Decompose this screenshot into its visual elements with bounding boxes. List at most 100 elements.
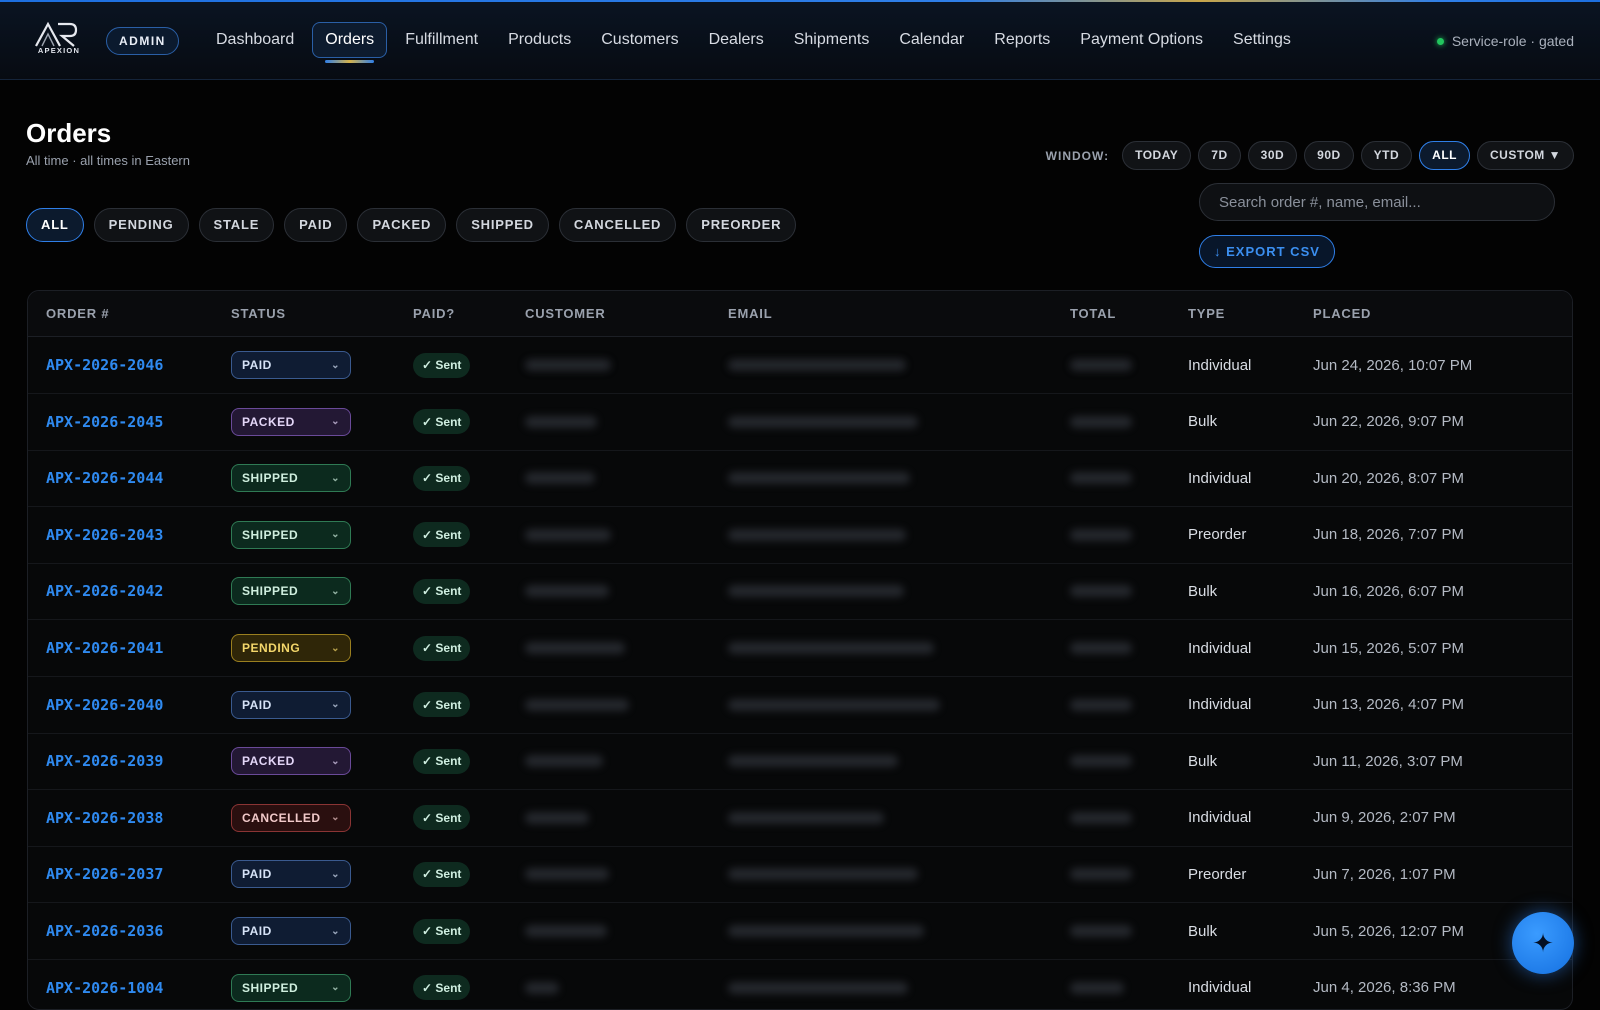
paid-sent-badge: ✓ Sent xyxy=(413,522,471,548)
service-status: Service-role · gated xyxy=(1436,33,1574,49)
status-select[interactable]: PACKED ⌄ xyxy=(231,407,351,436)
column-header[interactable]: EMAIL xyxy=(728,306,772,321)
customer-redacted xyxy=(525,981,559,994)
status-select[interactable]: SHIPPED ⌄ xyxy=(231,520,351,549)
order-number-link[interactable]: APX-2026-2045 xyxy=(46,413,163,431)
nav-item-products[interactable]: Products xyxy=(496,22,583,58)
filter-chip-stale[interactable]: STALE xyxy=(198,208,275,242)
order-cell: APX-2026-2041 xyxy=(46,620,163,676)
status-cell: PAID ⌄ xyxy=(231,337,351,393)
filter-chip-packed[interactable]: PACKED xyxy=(357,208,447,242)
filter-chip-all[interactable]: ALL xyxy=(26,208,84,242)
status-select[interactable]: SHIPPED ⌄ xyxy=(231,973,351,1002)
chevron-down-icon: ⌄ xyxy=(331,982,340,994)
filter-chip-cancelled[interactable]: CANCELLED xyxy=(558,208,677,242)
chevron-down-icon: ⌄ xyxy=(331,585,340,597)
nav-item-shipments[interactable]: Shipments xyxy=(782,22,882,58)
table-row[interactable]: APX-2026-2041 PENDING ⌄ ✓ Sent Individual Jun… xyxy=(28,620,1572,677)
order-number-link[interactable]: APX-2026-2040 xyxy=(46,696,163,714)
nav-item-calendar[interactable]: Calendar xyxy=(887,22,976,58)
nav-item-dealers[interactable]: Dealers xyxy=(697,22,776,58)
active-nav-indicator xyxy=(325,60,375,63)
export-csv-button[interactable]: ↓ EXPORT CSV xyxy=(1199,235,1335,268)
order-number-link[interactable]: APX-2026-2046 xyxy=(46,356,163,374)
column-header[interactable]: CUSTOMER xyxy=(525,306,606,321)
table-row[interactable]: APX-2026-2046 PAID ⌄ ✓ Sent Individual Jun 24… xyxy=(28,337,1572,394)
email-redacted-cell xyxy=(728,620,934,676)
status-select[interactable]: PENDING ⌄ xyxy=(231,634,351,662)
window-option-90d[interactable]: 90D xyxy=(1304,141,1354,170)
filter-chip-shipped[interactable]: SHIPPED xyxy=(456,208,549,242)
order-number-link[interactable]: APX-2026-2041 xyxy=(46,639,163,657)
column-header[interactable]: PLACED xyxy=(1313,306,1371,321)
order-number-link[interactable]: APX-2026-2038 xyxy=(46,809,163,827)
nav-item-label: Orders xyxy=(325,31,375,48)
table-header: ORDER # STATUS PAID? CUSTOMER EMAIL TOTAL TYPE… xyxy=(28,291,1572,337)
status-select[interactable]: CANCELLED ⌄ xyxy=(231,803,351,832)
status-select[interactable]: PAID ⌄ xyxy=(231,917,351,945)
chevron-down-icon: ⌄ xyxy=(331,925,340,937)
table-row[interactable]: APX-2026-2045 PACKED ⌄ ✓ Sent Bulk Jun 22, 20… xyxy=(28,394,1572,451)
table-row[interactable]: APX-2026-2038 CANCELLED ⌄ ✓ Sent Individual J… xyxy=(28,790,1572,847)
order-number-link[interactable]: APX-2026-2044 xyxy=(46,469,163,487)
status-select[interactable]: SHIPPED ⌄ xyxy=(231,577,351,606)
order-number-link[interactable]: APX-2026-1004 xyxy=(46,979,163,997)
nav-item-settings[interactable]: Settings xyxy=(1221,22,1303,58)
order-number-link[interactable]: APX-2026-2043 xyxy=(46,526,163,544)
order-type: Bulk xyxy=(1188,413,1218,431)
table-row[interactable]: APX-2026-2040 PAID ⌄ ✓ Sent Individual Jun 13… xyxy=(28,677,1572,734)
window-option-ytd[interactable]: YTD xyxy=(1360,141,1413,170)
window-option-all[interactable]: ALL xyxy=(1419,141,1470,170)
column-header[interactable]: TYPE xyxy=(1188,306,1225,321)
nav-item-payment-options[interactable]: Payment Options xyxy=(1068,22,1215,58)
status-select[interactable]: PACKED ⌄ xyxy=(231,747,351,776)
order-number-link[interactable]: APX-2026-2039 xyxy=(46,752,163,770)
total-redacted-cell xyxy=(1070,337,1132,393)
nav-item-label: Customers xyxy=(601,31,679,48)
order-number-link[interactable]: APX-2026-2036 xyxy=(46,922,163,940)
window-option-30d[interactable]: 30D xyxy=(1247,141,1298,170)
filter-chip-preorder[interactable]: PREORDER xyxy=(686,208,797,242)
column-header[interactable]: ORDER # xyxy=(46,306,109,321)
window-option-custom[interactable]: CUSTOM ▼ xyxy=(1477,141,1574,170)
nav-item-orders[interactable]: Orders xyxy=(312,22,388,63)
nav-item-label: Payment Options xyxy=(1080,31,1204,48)
nav-item-customers[interactable]: Customers xyxy=(589,22,690,58)
status-select[interactable]: PAID ⌄ xyxy=(231,351,351,379)
assistant-fab-button[interactable]: ✦ xyxy=(1512,912,1574,974)
order-number-link[interactable]: APX-2026-2042 xyxy=(46,582,163,600)
customer-redacted xyxy=(525,811,589,824)
column-header[interactable]: STATUS xyxy=(231,306,286,321)
placed-cell: Jun 5, 2026, 12:07 PM xyxy=(1313,903,1464,959)
column-header[interactable]: PAID? xyxy=(413,306,455,321)
table-row[interactable]: APX-2026-2043 SHIPPED ⌄ ✓ Sent Preorder Jun 1… xyxy=(28,507,1572,564)
status-select-value: PACKED xyxy=(242,754,295,769)
window-option-7d[interactable]: 7D xyxy=(1198,141,1241,170)
nav-item-dashboard[interactable]: Dashboard xyxy=(204,22,306,58)
placed-date: Jun 4, 2026, 8:36 PM xyxy=(1313,979,1456,997)
table-row[interactable]: APX-2026-2037 PAID ⌄ ✓ Sent Preorder Jun 7, 2… xyxy=(28,846,1572,904)
status-select[interactable]: SHIPPED ⌄ xyxy=(231,464,351,493)
status-select[interactable]: PAID ⌄ xyxy=(231,860,351,889)
order-cell: APX-2026-2043 xyxy=(46,507,163,563)
status-select[interactable]: PAID ⌄ xyxy=(231,690,351,719)
window-option-today[interactable]: TODAY xyxy=(1122,141,1192,170)
table-row[interactable]: APX-2026-2042 SHIPPED ⌄ ✓ Sent Bulk Jun 16, 2… xyxy=(28,563,1572,621)
nav-item-fulfillment[interactable]: Fulfillment xyxy=(393,22,490,58)
order-number-link[interactable]: APX-2026-2037 xyxy=(46,865,163,883)
chevron-down-icon: ⌄ xyxy=(331,755,340,767)
placed-date: Jun 24, 2026, 10:07 PM xyxy=(1313,356,1473,374)
table-row[interactable]: APX-2026-2044 SHIPPED ⌄ ✓ Sent Individual Jun… xyxy=(28,450,1572,508)
table-row[interactable]: APX-2026-2036 PAID ⌄ ✓ Sent Bulk Jun 5, 2026,… xyxy=(28,903,1572,960)
filter-chip-pending[interactable]: PENDING xyxy=(93,208,189,242)
apexion-logo[interactable]: APEXION xyxy=(28,20,90,58)
customer-redacted-cell xyxy=(525,903,607,959)
filter-chip-paid[interactable]: PAID xyxy=(284,208,348,242)
nav-item-reports[interactable]: Reports xyxy=(982,22,1062,58)
search-input[interactable] xyxy=(1199,183,1555,221)
column-header[interactable]: TOTAL xyxy=(1070,306,1116,321)
total-redacted xyxy=(1070,528,1132,541)
table-row[interactable]: APX-2026-2039 PACKED ⌄ ✓ Sent Bulk Jun 11, 20… xyxy=(28,733,1572,791)
nav-item-label: Dashboard xyxy=(216,31,295,48)
table-row[interactable]: APX-2026-1004 SHIPPED ⌄ ✓ Sent Individual Jun… xyxy=(28,960,1572,1009)
